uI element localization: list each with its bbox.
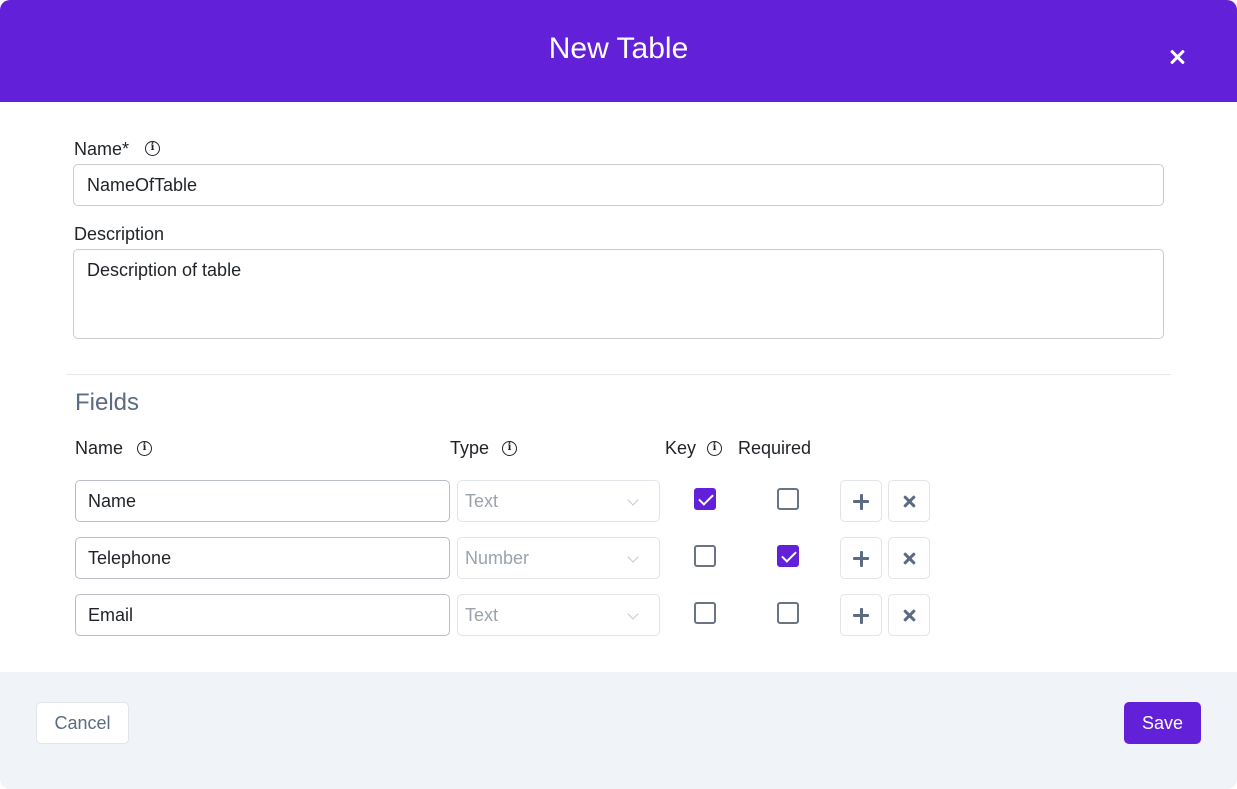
- save-button[interactable]: Save: [1124, 702, 1201, 744]
- field-type-value: Text: [465, 491, 498, 512]
- column-header-required: Required: [738, 437, 811, 459]
- info-icon[interactable]: i: [707, 441, 722, 456]
- table-name-input[interactable]: NameOfTable: [73, 164, 1164, 206]
- description-label: Description: [74, 223, 164, 245]
- column-header-name: Name: [75, 437, 123, 459]
- dialog-header: New Table: [0, 0, 1237, 102]
- fields-section-title: Fields: [75, 389, 139, 417]
- info-icon[interactable]: i: [145, 141, 160, 156]
- key-checkbox[interactable]: [694, 545, 716, 567]
- required-checkbox[interactable]: [777, 545, 799, 567]
- name-label: Name*: [74, 138, 129, 160]
- field-name-input[interactable]: Name: [75, 480, 450, 522]
- section-divider: [67, 374, 1171, 375]
- chevron-down-icon: [627, 608, 638, 619]
- dialog-title: New Table: [0, 30, 1237, 68]
- cancel-button[interactable]: Cancel: [36, 702, 129, 744]
- chevron-down-icon: [627, 494, 638, 505]
- add-field-button[interactable]: [840, 537, 882, 579]
- field-name-input[interactable]: Telephone: [75, 537, 450, 579]
- field-type-value: Number: [465, 548, 529, 569]
- add-field-button[interactable]: [840, 480, 882, 522]
- field-type-select[interactable]: Text: [457, 480, 660, 522]
- add-field-button[interactable]: [840, 594, 882, 636]
- info-icon[interactable]: i: [137, 441, 152, 456]
- field-type-select[interactable]: Text: [457, 594, 660, 636]
- field-type-value: Text: [465, 605, 498, 626]
- new-table-dialog: New Table Name* i NameOfTable Descriptio…: [0, 0, 1237, 789]
- required-checkbox[interactable]: [777, 488, 799, 510]
- column-header-key: Key: [665, 437, 696, 459]
- remove-field-button[interactable]: [888, 594, 930, 636]
- remove-field-button[interactable]: [888, 480, 930, 522]
- column-header-type: Type: [450, 437, 489, 459]
- info-icon[interactable]: i: [502, 441, 517, 456]
- required-checkbox[interactable]: [777, 602, 799, 624]
- dialog-footer: [0, 672, 1237, 789]
- remove-field-button[interactable]: [888, 537, 930, 579]
- table-description-textarea[interactable]: Description of table: [73, 249, 1164, 339]
- key-checkbox[interactable]: [694, 488, 716, 510]
- field-name-input[interactable]: Email: [75, 594, 450, 636]
- close-icon[interactable]: [1163, 43, 1191, 71]
- field-type-select[interactable]: Number: [457, 537, 660, 579]
- key-checkbox[interactable]: [694, 602, 716, 624]
- chevron-down-icon: [627, 551, 638, 562]
